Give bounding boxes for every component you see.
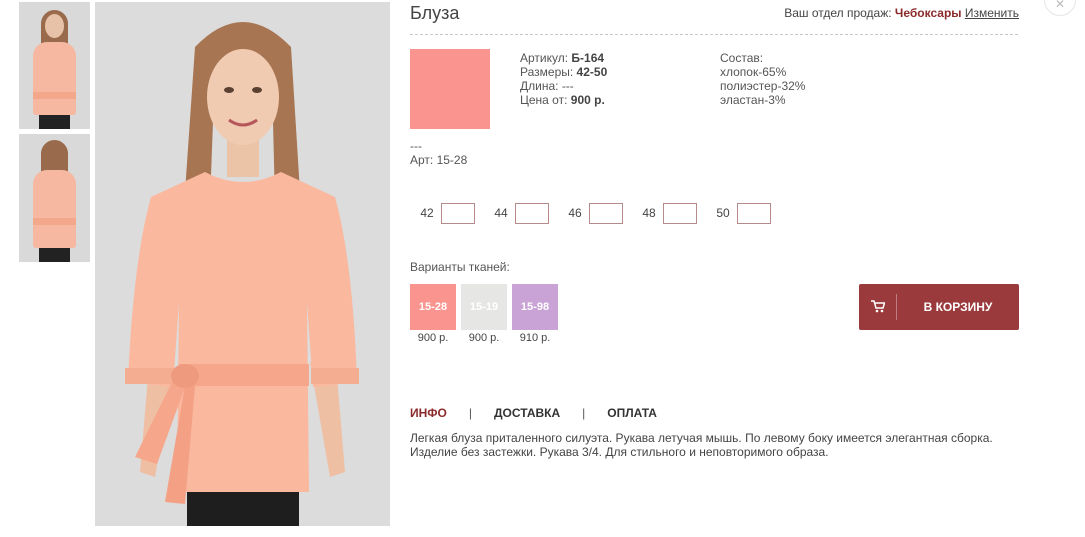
art-text: Арт: 15-28: [410, 153, 468, 167]
fabric-code: 15-19: [469, 301, 499, 313]
add-to-cart-button[interactable]: В КОРЗИНУ: [859, 284, 1019, 330]
composition-item: полиэстер-32%: [720, 79, 806, 93]
length-value: ---: [561, 79, 574, 93]
thumb-head: [45, 14, 64, 38]
fabric-variants-label: Варианты тканей:: [410, 260, 510, 274]
info-tabs: ИНФО | ДОСТАВКА | ОПЛАТА: [410, 406, 657, 420]
fabric-option-15-19[interactable]: 15-19: [461, 284, 507, 330]
thumb-blouse: [33, 42, 76, 115]
tab-payment[interactable]: ОПЛАТА: [607, 406, 657, 420]
fabric-option-15-98[interactable]: 15-98: [512, 284, 558, 330]
size-label: 46: [568, 206, 582, 220]
composition-item: эластан-3%: [720, 93, 786, 107]
add-to-cart-label: В КОРЗИНУ: [923, 300, 993, 314]
composition-title: Состав:: [720, 51, 764, 65]
fabric-price: 910 р.: [519, 332, 551, 344]
dash-text: ---: [410, 139, 422, 153]
quantity-input[interactable]: [589, 202, 623, 224]
composition: Состав: хлопок-65% полиэстер-32% эластан…: [720, 51, 805, 107]
price-value: 900 р.: [570, 93, 605, 107]
thumbnail-back[interactable]: [19, 134, 90, 262]
size-48: 48: [635, 202, 697, 224]
size-label: 44: [494, 206, 508, 220]
quantity-input[interactable]: [515, 202, 549, 224]
fabric-code: 15-28: [418, 301, 448, 313]
size-46: 46: [561, 202, 623, 224]
region-city: Чебоксары: [894, 6, 962, 20]
size-label: 42: [420, 206, 434, 220]
cart-icon: [871, 300, 885, 313]
size-44: 44: [487, 202, 549, 224]
quantity-input[interactable]: [441, 202, 475, 224]
region-label: Ваш отдел продаж:: [784, 6, 895, 20]
thumb-belt: [33, 92, 76, 99]
divider: [410, 34, 1018, 35]
thumb-legs: [39, 248, 70, 262]
sizes-value: 42-50: [576, 65, 608, 79]
thumbnail-front[interactable]: [19, 2, 90, 129]
size-50: 50: [709, 202, 771, 224]
tab-delivery[interactable]: ДОСТАВКА: [494, 406, 560, 420]
close-icon[interactable]: ✕: [1044, 0, 1076, 16]
quantity-input[interactable]: [663, 202, 697, 224]
thumb-blouse: [33, 170, 76, 248]
color-swatch: [410, 49, 490, 129]
tab-info[interactable]: ИНФО: [410, 406, 447, 420]
model-illustration: [95, 2, 390, 526]
sizes-label: Размеры:: [520, 65, 577, 79]
tab-separator: |: [582, 406, 586, 420]
product-title: Блуза: [410, 3, 460, 23]
price-label: Цена от:: [520, 93, 571, 107]
size-label: 50: [716, 206, 730, 220]
product-description: Легкая блуза приталенного силуэта. Рукав…: [410, 431, 993, 459]
change-region-link[interactable]: Изменить: [965, 6, 1019, 20]
article-value: Б-164: [571, 51, 605, 65]
fabric-code: 15-98: [520, 301, 550, 313]
tab-separator: |: [468, 406, 472, 420]
fabric-option-15-28[interactable]: 15-28: [410, 284, 456, 330]
size-label: 48: [642, 206, 656, 220]
product-specs: Артикул: Б-164 Размеры: 42-50 Длина: ---…: [520, 51, 607, 107]
article-label: Артикул:: [520, 51, 572, 65]
main-product-photo: [95, 2, 390, 526]
thumb-legs: [39, 115, 70, 129]
quantity-input[interactable]: [737, 202, 771, 224]
thumb-belt: [33, 218, 76, 225]
size-42: 42: [413, 202, 475, 224]
length-label: Длина:: [520, 79, 562, 93]
composition-item: хлопок-65%: [720, 65, 787, 79]
fabric-price: 900 р.: [468, 332, 500, 344]
sales-department: Ваш отдел продаж: Чебоксары Изменить: [784, 6, 1019, 20]
fabric-price: 900 р.: [417, 332, 449, 344]
